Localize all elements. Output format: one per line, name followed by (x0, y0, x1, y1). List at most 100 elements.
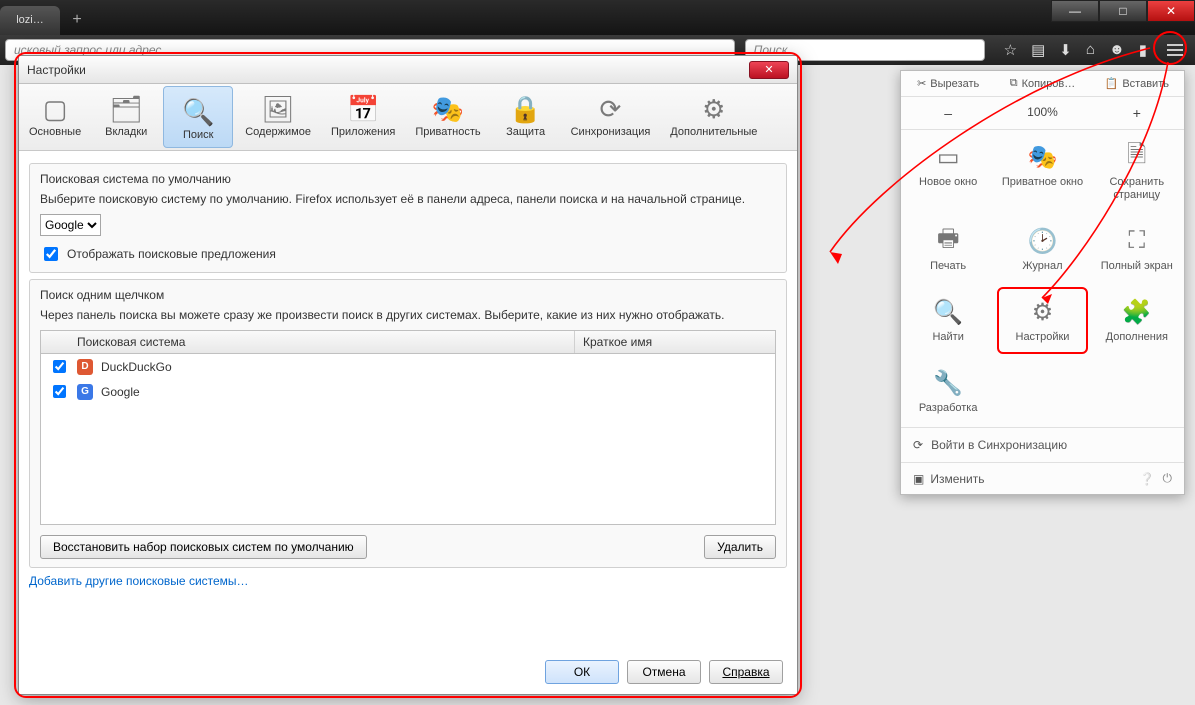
menu-item-label: Журнал (999, 260, 1085, 273)
tabs-icon: 🗂 (101, 92, 151, 126)
window-minimize-button[interactable]: — (1051, 0, 1099, 22)
menu-item-label: Настройки (999, 331, 1085, 344)
remove-engine-button[interactable]: Удалить (704, 535, 776, 559)
tab-label: Основные (29, 126, 81, 138)
browser-chrome: lozi… + — □ ✕ (0, 0, 1195, 35)
customize-button[interactable]: ▣Изменить (913, 472, 984, 486)
engine-row[interactable]: G Google (41, 379, 775, 404)
group-description: Выберите поисковую систему по умолчанию.… (40, 192, 776, 206)
column-engine[interactable]: Поисковая система (69, 331, 575, 353)
apps-icon: 📅 (331, 92, 395, 126)
menu-item-fullscreen[interactable]: ⛶Полный экран (1090, 214, 1184, 285)
window-close-button[interactable]: ✕ (1147, 0, 1195, 22)
dialog-close-button[interactable]: ✕ (749, 61, 789, 79)
new-tab-button[interactable]: + (65, 10, 89, 30)
browser-tab[interactable]: lozi… (0, 6, 60, 35)
tab-label: Вкладки (101, 126, 151, 138)
menu-item-history[interactable]: 🕑Журнал (995, 214, 1089, 285)
show-suggestions-checkbox[interactable]: Отображать поисковые предложения (40, 244, 776, 264)
star-icon[interactable]: ☆ (1004, 41, 1017, 59)
copy-icon: ⧉ (1010, 77, 1018, 90)
dialog-title: Настройки (27, 63, 86, 77)
menu-item-label: Новое окно (905, 176, 991, 189)
settings-tab-security[interactable]: 🔒Защита (491, 84, 561, 150)
security-icon: 🔒 (501, 92, 551, 126)
scissors-icon: ✂ (917, 77, 926, 90)
help-button[interactable]: Справка (709, 660, 783, 684)
tab-label: Поиск (174, 129, 222, 141)
engine-checkbox[interactable] (53, 360, 66, 373)
engine-name: Google (101, 385, 140, 399)
zoom-out-button[interactable]: – (901, 97, 995, 129)
smiley-icon[interactable]: ☻ (1109, 41, 1125, 59)
tab-label: Приложения (331, 126, 395, 138)
toolbar-icons: ☆ ▤ ⬇ ⌂ ☻ ▮ (990, 41, 1161, 59)
settings-tab-apps[interactable]: 📅Приложения (321, 84, 405, 150)
sign-in-sync-button[interactable]: ⟳Войти в Синхронизацию (901, 427, 1184, 462)
search-icon: 🔍 (174, 95, 222, 129)
downloads-icon[interactable]: ⬇ (1059, 41, 1072, 59)
menu-item-addons[interactable]: 🧩 Дополнения (1090, 285, 1184, 356)
menu-item-label: Полный экран (1094, 260, 1180, 273)
settings-tab-switch[interactable]: ▢Основные (19, 84, 91, 150)
paste-button[interactable]: 📋Вставить (1090, 71, 1184, 96)
settings-tab-sync[interactable]: ⟳Синхронизация (561, 84, 661, 150)
power-icon[interactable]: ⏻ (1163, 471, 1173, 486)
gear-icon: ⚙ (999, 297, 1085, 327)
sync-icon: ⟳ (913, 438, 923, 452)
menu-item-gear[interactable]: ⚙ Настройки (995, 285, 1089, 356)
settings-tab-tabs[interactable]: 🗂Вкладки (91, 84, 161, 150)
home-icon[interactable]: ⌂ (1086, 41, 1095, 59)
menu-item-print[interactable]: 🖶Печать (901, 214, 995, 285)
hamburger-menu-button[interactable] (1161, 38, 1189, 62)
bookmarks-icon[interactable]: ▤ (1031, 41, 1045, 59)
settings-tab-privacy[interactable]: 🎭Приватность (405, 84, 490, 150)
menu-item-save[interactable]: 🗎 Сохранить страницу (1090, 130, 1184, 214)
menu-item-dev[interactable]: 🔧Разработка (901, 356, 995, 427)
cut-button[interactable]: ✂Вырезать (901, 71, 995, 96)
menu-item-label: Дополнения (1094, 331, 1180, 344)
switch-icon: ▢ (29, 92, 81, 126)
settings-dialog: Настройки ✕ ▢Основные🗂Вкладки🔍Поиск🖼Соде… (18, 55, 798, 695)
advanced-icon: ⚙ (670, 92, 757, 126)
default-engine-select[interactable]: Google (40, 214, 101, 236)
zoom-level[interactable]: 100% (995, 97, 1089, 129)
menu-item-label: Сохранить страницу (1094, 176, 1180, 202)
engine-name: DuckDuckGo (101, 360, 172, 374)
addons-icon: 🧩 (1094, 297, 1180, 327)
group-title: Поисковая система по умолчанию (40, 172, 776, 186)
window-maximize-button[interactable]: □ (1099, 0, 1147, 22)
mask-icon: 🎭 (999, 142, 1085, 172)
menu-item-window[interactable]: ▭ Новое окно (901, 130, 995, 214)
column-keyword[interactable]: Краткое имя (575, 331, 775, 353)
engine-row[interactable]: D DuckDuckGo (41, 354, 775, 379)
print-icon: 🖶 (905, 226, 991, 256)
dialog-titlebar[interactable]: Настройки ✕ (19, 56, 797, 84)
cancel-button[interactable]: Отмена (627, 660, 701, 684)
default-search-engine-group: Поисковая система по умолчанию Выберите … (29, 163, 787, 273)
show-suggestions-checkbox-input[interactable] (44, 247, 58, 261)
add-more-engines-link[interactable]: Добавить другие поисковые системы… (29, 574, 249, 588)
ok-button[interactable]: ОК (545, 660, 619, 684)
help-icon[interactable]: ❔ (1140, 472, 1155, 486)
app-menu-panel: ✂Вырезать ⧉Копиров… 📋Вставить – 100% + ▭… (900, 70, 1185, 495)
stripe-icon[interactable]: ▮ (1139, 41, 1147, 59)
menu-item-find[interactable]: 🔍Найти (901, 285, 995, 356)
save-icon: 🗎 (1094, 142, 1180, 172)
menu-item-label: Разработка (905, 402, 991, 415)
window-icon: ▭ (905, 142, 991, 172)
copy-button[interactable]: ⧉Копиров… (995, 71, 1089, 96)
group-description: Через панель поиска вы можете сразу же п… (40, 308, 776, 322)
tab-label: Приватность (415, 126, 480, 138)
engine-favicon: D (77, 359, 93, 375)
menu-item-mask[interactable]: 🎭Приватное окно (995, 130, 1089, 214)
tab-label: Дополнительные (670, 126, 757, 138)
tab-label: Содержимое (245, 126, 311, 138)
settings-tab-search[interactable]: 🔍Поиск (163, 86, 233, 148)
settings-tab-advanced[interactable]: ⚙Дополнительные (660, 84, 767, 150)
engine-checkbox[interactable] (53, 385, 66, 398)
zoom-in-button[interactable]: + (1090, 97, 1184, 129)
settings-tab-content[interactable]: 🖼Содержимое (235, 84, 321, 150)
engine-favicon: G (77, 384, 93, 400)
restore-defaults-button[interactable]: Восстановить набор поисковых систем по у… (40, 535, 367, 559)
